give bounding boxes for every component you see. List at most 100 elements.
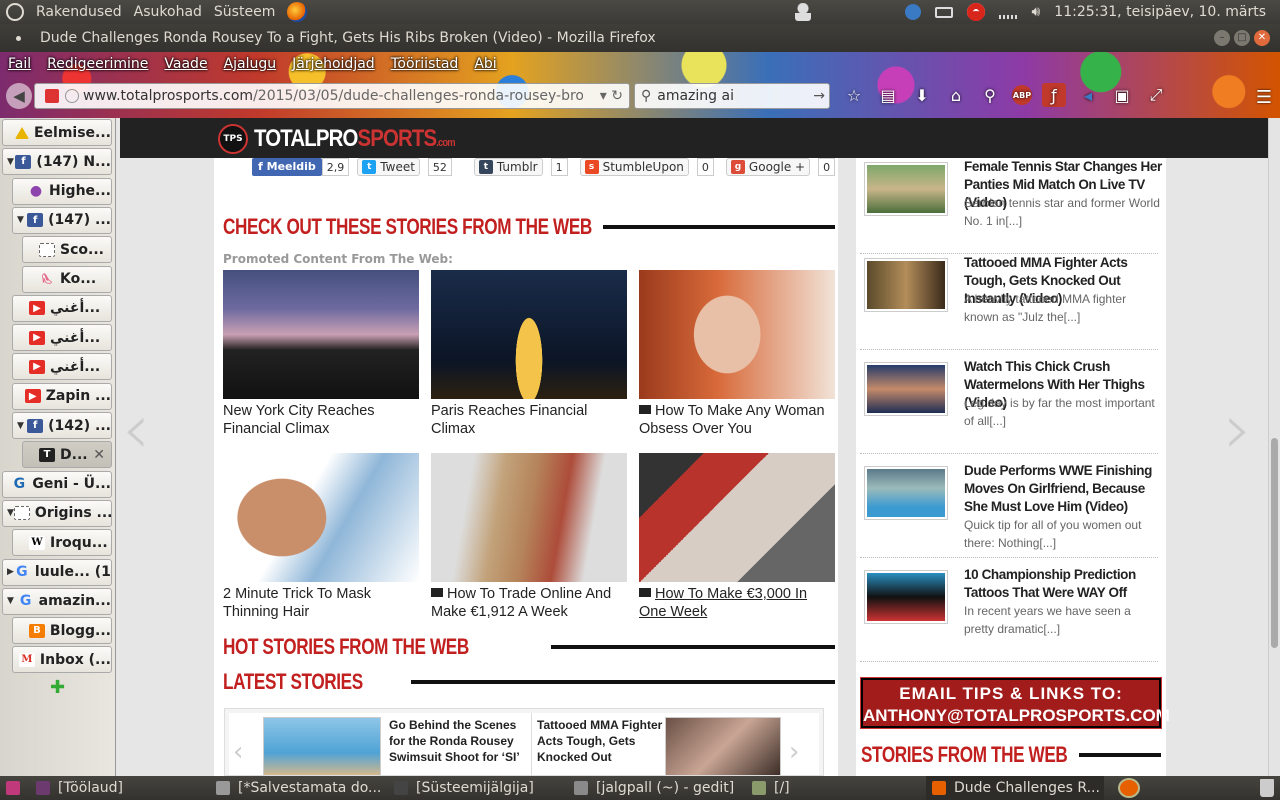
tab-twisty-icon[interactable]: ▼ [7,508,14,518]
menu-applications[interactable]: Rakendused [36,4,122,20]
story-thumbnail[interactable] [864,258,948,312]
promo-caption[interactable]: Paris Reaches Financial Climax [431,402,627,438]
window-menu-icon[interactable] [16,36,21,41]
promo-image[interactable] [223,270,419,399]
sidebar-tab[interactable]: ▶ أغني... [12,353,112,381]
tab-twisty-icon[interactable]: ▶ [7,567,14,577]
promo-caption[interactable]: New York City Reaches Financial Climax [223,402,419,438]
sidebar-tab[interactable]: ● Highe... [12,177,112,205]
screenshot-icon[interactable]: ▣ [1110,83,1134,107]
sidebar-story[interactable]: Tattooed MMA Fighter Acts Tough, Gets Kn… [860,254,1158,350]
promo-caption[interactable]: How To Make Any Woman Obsess Over You [639,402,835,438]
taskbar-item[interactable]: [/] [746,776,926,800]
sidebar-tab[interactable]: Sco... [22,236,112,264]
do-not-disturb-icon[interactable] [967,3,986,21]
sidebar-tab[interactable]: M Inbox (... [12,646,112,674]
sidebar-story[interactable]: Watch This Chick Crush Watermelons With … [860,358,1158,454]
flash-icon[interactable]: ƒ [1042,83,1066,107]
promo-card[interactable]: Paris Reaches Financial Climax [431,270,627,438]
sidebar-tab[interactable]: Eelmise... [2,119,112,146]
signal-icon[interactable] [999,5,1018,19]
bookmarks-list-icon[interactable]: ▤ [876,83,900,107]
resize-icon[interactable]: ⤢ [1144,83,1168,107]
story-title[interactable]: 10 Championship Prediction Tattoos That … [964,566,1164,602]
taskbar-item[interactable] [0,776,30,800]
page-scrollbar[interactable] [1268,118,1280,776]
tweet-button[interactable]: t Tweet [357,158,420,176]
back-button[interactable]: ◀ [6,83,32,109]
sidebar-tab[interactable]: ▶ أغني... [12,294,112,322]
menu-bookmarks[interactable]: Järjehoidjad [284,56,383,72]
taskbar-item[interactable]: [Töölaud] [30,776,210,800]
reload-icon[interactable]: ▾ ↻ [600,88,623,104]
ubuntu-logo-icon[interactable] [6,3,24,21]
maximize-button[interactable]: □ [1234,30,1250,46]
sidebar-tab[interactable]: T D... ✕ [22,441,112,469]
sidebar-story[interactable]: Dude Performs WWE Finishing Moves On Gir… [860,462,1158,558]
sidebar-tab[interactable]: ▼ Origins ... [2,499,112,527]
taskbar-item[interactable]: [jalgpall (~) - gedit] [568,776,746,800]
tab-twisty-icon[interactable]: ▼ [17,215,27,225]
tab-twisty-icon[interactable]: ▼ [17,421,27,431]
promo-image[interactable] [431,270,627,399]
promo-card[interactable]: New York City Reaches Financial Climax [223,270,419,438]
firefox-tray-icon[interactable] [1118,778,1140,798]
downloads-icon[interactable]: ⬇ [910,83,934,107]
tab-twisty-icon[interactable]: ▼ [7,157,15,167]
prev-article-arrow[interactable]: ‹ [122,388,150,470]
firefox-launcher-icon[interactable] [287,2,308,22]
close-tab-icon[interactable]: ✕ [93,447,105,463]
latest-title-1[interactable]: Go Behind the Scenes for the Ronda Rouse… [389,717,529,765]
tab-twisty-icon[interactable]: ▼ [7,596,18,606]
stumbleupon-button[interactable]: s StumbleUpon [579,158,689,176]
email-tips-banner[interactable]: EMAIL TIPS & LINKS TO: ANTHONY@TOTALPROS… [860,677,1170,729]
promo-image[interactable] [639,453,835,582]
sidebar-tab[interactable]: W Iroqu... [12,529,112,557]
url-bar[interactable]: www.totalprosports.com/2015/03/05/dude-c… [34,83,630,109]
menu-places[interactable]: Asukohad [134,4,202,20]
window-title-bar[interactable]: Dude Challenges Ronda Rousey To a Fight,… [0,24,1280,52]
facebook-like-button[interactable]: f Meeldib [252,158,322,176]
sidebar-tab[interactable]: ▶ Zapin ... [12,382,112,410]
taskbar-item[interactable]: [*Salvestamata do... [210,776,388,800]
menu-history[interactable]: Ajalugu [216,56,285,72]
next-article-arrow[interactable]: › [1224,388,1252,470]
promo-image[interactable] [431,453,627,582]
menu-view[interactable]: Vaade [156,56,215,72]
taskbar-item[interactable]: [Süsteemijälgija] [388,776,568,800]
carousel-next-arrow[interactable]: › [789,737,799,767]
promo-caption[interactable]: How To Make €3,000 In One Week [639,585,835,621]
story-title[interactable]: Dude Performs WWE Finishing Moves On Gir… [964,462,1164,516]
search-input[interactable]: amazing ai [657,88,734,104]
menu-edit[interactable]: Redigeerimine [39,56,156,72]
promo-card[interactable]: How To Make €3,000 In One Week [639,453,835,621]
latest-thumb-1[interactable] [263,717,381,775]
bookmark-star-icon[interactable]: ☆ [842,83,866,107]
taskbar-item[interactable]: Dude Challenges R... [926,776,1104,800]
sidebar-tab[interactable]: G Geni - Ü... [2,470,112,498]
latest-title-2[interactable]: Tattooed MMA Fighter Acts Tough, Gets Kn… [537,717,665,765]
close-window-button[interactable]: ✕ [1254,30,1270,46]
hamburger-menu-icon[interactable]: ☰ [1256,87,1272,108]
story-thumbnail[interactable] [864,362,948,416]
promo-caption[interactable]: How To Trade Online And Make €1,912 A We… [431,585,627,621]
sidebar-tab[interactable]: 👠︎ Ko... [22,265,112,293]
pocket-icon[interactable] [45,89,59,103]
scrollbar-thumb[interactable] [1271,438,1278,648]
sidebar-tab[interactable]: ▼ Gamazin... [2,587,112,615]
search-go-icon[interactable]: → [813,88,825,104]
back-arrow-icon[interactable]: ◂ [1076,83,1100,107]
network-icon[interactable] [905,4,922,20]
volume-icon[interactable]: 🔊︎ [1031,4,1040,20]
promo-image[interactable] [223,453,419,582]
menu-file[interactable]: Fail [0,56,39,72]
promo-card[interactable]: How To Trade Online And Make €1,912 A We… [431,453,627,621]
promo-image[interactable] [639,270,835,399]
sidebar-story[interactable]: 10 Championship Prediction Tattoos That … [860,566,1158,662]
google-plus-button[interactable]: g Google + [725,158,811,176]
sidebar-tab[interactable]: B Blogg... [12,617,112,645]
carousel-prev-arrow[interactable]: ‹ [233,737,243,767]
sidebar-tab[interactable]: ▶ أغني... [12,324,112,352]
promo-card[interactable]: 2 Minute Trick To Mask Thinning Hair [223,453,419,621]
menu-help[interactable]: Abi [466,56,504,72]
